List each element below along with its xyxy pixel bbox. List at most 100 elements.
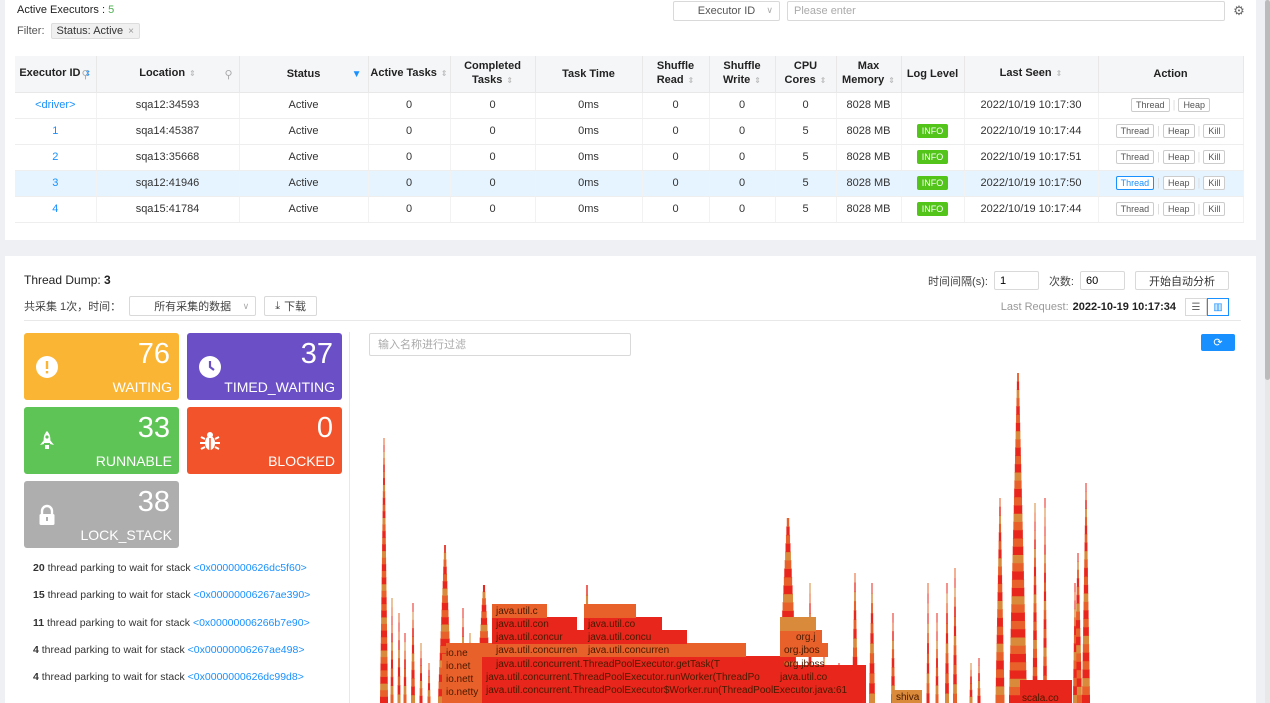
flame-frame[interactable] [1033,612,1037,622]
flame-frame[interactable] [891,676,895,686]
flame-frame[interactable] [785,551,791,561]
column-header[interactable]: Completed Tasks ⇕ [450,56,536,93]
flame-frame[interactable] [784,568,792,578]
flame-frame[interactable] [403,685,407,695]
flame-frame[interactable] [953,674,957,685]
flame-frame[interactable] [1016,381,1020,390]
flame-frame[interactable] [382,497,386,505]
flame-frame[interactable] [945,683,949,694]
flame-frame[interactable] [381,597,387,605]
card-timed-waiting[interactable]: 37 TIMED_WAITING [187,333,342,400]
flame-frame[interactable] [380,630,388,638]
flame-frame[interactable] [997,591,1003,601]
flame-frame[interactable] [1085,483,1087,492]
flame-frame[interactable] [1084,533,1088,543]
table-row[interactable]: 2 sqa13:35668 Active 0 0 0ms 0 0 5 8028 MB INFO 202… [15,144,1244,171]
flame-graph[interactable]: java.util.c java.util.con java.util.concur… [372,360,1092,703]
flame-frame[interactable] [927,643,929,654]
flame-frame[interactable] [1010,653,1026,663]
flame-frame[interactable] [1033,603,1037,613]
executor-id-link[interactable]: 1 [52,125,58,137]
executor-id-select[interactable]: Executor ID ∨ [673,1,780,21]
flame-frame[interactable] [482,585,486,593]
flame-frame[interactable] [380,656,388,664]
flame-frame[interactable] [1010,620,1026,630]
flame-frame[interactable] [953,625,957,636]
flame-frame[interactable] [853,619,857,630]
flame-frame[interactable] [954,596,956,608]
flame-frame[interactable] [398,613,400,623]
flame-frame[interactable] [1044,563,1046,574]
flame-frame[interactable] [412,636,414,646]
flame-frame[interactable] [869,663,875,674]
flame-frame[interactable] [927,603,929,614]
flame-frame[interactable] [1043,619,1047,629]
flame-frame[interactable] [1016,397,1020,407]
flame-frame[interactable] [870,633,874,644]
flame-frame[interactable] [997,600,1003,610]
flame-frame[interactable] [381,570,387,578]
heap-button[interactable]: Heap [1163,202,1195,216]
flame-frame[interactable] [1033,566,1037,577]
flame-frame[interactable] [404,633,406,643]
flame-frame[interactable] [381,610,387,618]
flame-frame[interactable] [442,595,448,603]
flame-frame[interactable] [853,600,857,611]
flame-frame[interactable] [404,641,406,651]
flame-frame[interactable] [854,591,856,602]
flame-frame[interactable] [398,649,400,659]
heap-button[interactable]: Heap [1163,124,1195,138]
flame-frame[interactable] [1044,516,1046,527]
flame-frame[interactable] [953,664,957,675]
flame-frame[interactable] [380,650,388,658]
flame-frame[interactable] [870,613,874,624]
flame-frame[interactable] [936,622,938,632]
flame-frame[interactable] [1083,626,1089,636]
cell-id[interactable]: <driver> [15,92,97,119]
flame-frame[interactable] [782,602,794,611]
flame-frame[interactable] [1076,611,1080,621]
flame-frame[interactable] [397,667,401,677]
flame-frame[interactable] [480,624,488,632]
flame-frame[interactable] [1073,694,1077,703]
flame-frame[interactable] [380,643,388,651]
flame-frame[interactable] [871,593,873,604]
flame-frame[interactable] [954,606,956,617]
flame-frame[interactable] [403,676,407,686]
start-auto-analysis-button[interactable]: 开始自动分析 [1135,271,1229,290]
flame-frame[interactable] [398,640,400,650]
flame-frame[interactable] [382,504,386,512]
flame-frame[interactable] [1033,648,1037,659]
flame-frame[interactable] [383,477,385,485]
flame-frame[interactable] [1044,535,1046,546]
flame-frame[interactable] [946,603,948,614]
flame-frame[interactable] [390,668,394,678]
thread-button[interactable]: Thread [1115,124,1155,138]
flame-frame[interactable] [945,643,949,654]
flame-frame[interactable] [381,583,387,591]
flame-frame[interactable] [927,623,929,634]
executor-id-link[interactable]: 3 [52,177,58,189]
flame-frame[interactable] [935,667,939,677]
flame-frame[interactable] [1043,656,1047,667]
flame-frame[interactable] [892,640,894,650]
flame-frame[interactable] [969,696,973,703]
column-header[interactable]: Log Level [901,56,965,93]
flame-frame[interactable] [935,694,939,703]
flame-frame[interactable] [444,545,446,553]
flame-frame[interactable] [1010,628,1026,638]
flame-frame[interactable] [397,676,401,686]
flame-frame[interactable] [440,624,450,632]
flame-frame[interactable] [1010,637,1026,646]
flame-frame[interactable] [1083,618,1089,628]
column-header[interactable]: Executor ID ⇕ ⚲ [15,56,97,93]
flame-frame[interactable] [785,543,791,553]
flame-frame[interactable] [1075,628,1081,637]
close-icon[interactable]: × [128,26,134,37]
flame-frame[interactable] [783,593,793,603]
flame-frame[interactable] [1013,513,1023,522]
column-header[interactable]: Task Time [535,56,643,93]
flame-frame[interactable] [1085,491,1087,501]
column-header[interactable]: Last Seen ⇕ [964,56,1099,93]
flame-frame[interactable] [391,633,393,643]
